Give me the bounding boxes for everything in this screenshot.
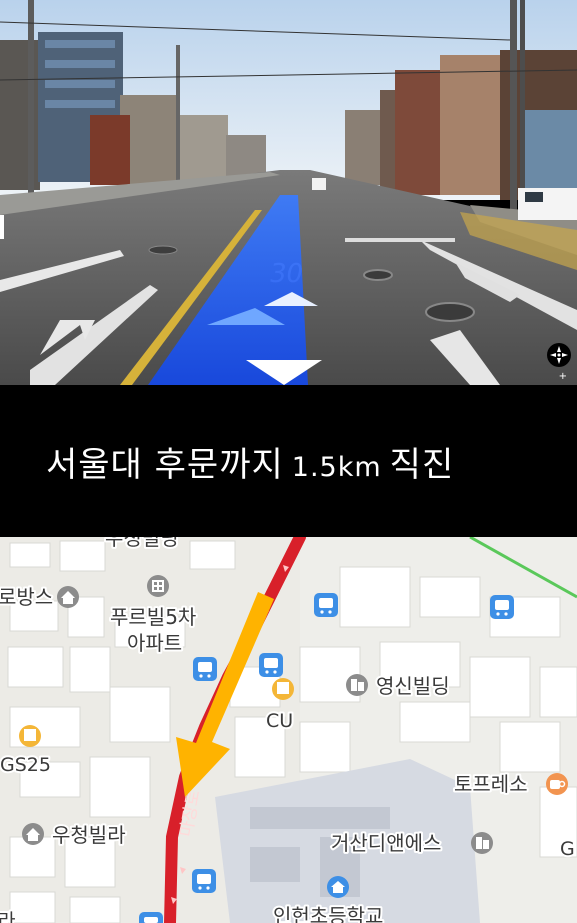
bus-stop-icon[interactable]	[193, 657, 217, 681]
bus-stop-icon[interactable]	[259, 653, 283, 677]
map-label-apartment-line2[interactable]: 아파트	[125, 629, 184, 657]
house-icon[interactable]	[57, 586, 79, 608]
bus-stop-icon[interactable]	[139, 912, 163, 923]
map-label-edge-g[interactable]: G	[558, 836, 577, 862]
map-label-apartment-line1[interactable]: 푸르빌5차	[108, 603, 198, 631]
instruction-action: 직진	[389, 444, 455, 485]
building-icon[interactable]	[346, 674, 368, 696]
house-icon[interactable]	[22, 823, 44, 845]
map-label-topresso[interactable]: 토프레소	[452, 770, 530, 798]
instruction-distance: 1.5km	[291, 451, 382, 483]
convenience-store-icon[interactable]	[272, 678, 294, 700]
map-label-woocheong-villa[interactable]: 우청빌라	[50, 821, 128, 849]
map-label-gs25[interactable]: GS25	[0, 752, 53, 778]
map-label-cu[interactable]: CU	[264, 708, 295, 734]
map-label-provence[interactable]: 로방스	[0, 583, 55, 611]
convenience-store-icon[interactable]	[19, 725, 41, 747]
map-canvas[interactable]: 마장로 우정빌딩 로방스 푸르빌5차 아파트 영신빌딩 CU GS25 토프레소…	[0, 537, 577, 923]
map-label-edge-ra[interactable]: 라	[0, 908, 17, 923]
instruction-text: 서울대 후문까지 1.5km 직진	[46, 437, 454, 486]
building-icon[interactable]	[147, 575, 169, 597]
navigation-instruction-banner: 서울대 후문까지 1.5km 직진	[0, 385, 577, 537]
street-view-panel[interactable]: 30 +	[0, 0, 577, 385]
compass-icon[interactable]	[547, 343, 571, 367]
building-icon[interactable]	[471, 832, 493, 854]
bus-stop-icon[interactable]	[490, 595, 514, 619]
map-label-top[interactable]: 우정빌딩	[103, 537, 181, 552]
street-view-image: 30	[0, 0, 577, 385]
map-panel[interactable]: 마장로 우정빌딩 로방스 푸르빌5차 아파트 영신빌딩 CU GS25 토프레소…	[0, 537, 577, 923]
school-icon[interactable]	[327, 876, 349, 898]
bus-stop-icon[interactable]	[192, 869, 216, 893]
cafe-icon[interactable]	[546, 773, 568, 795]
map-label-school[interactable]: 인헌초등학교	[271, 902, 385, 923]
zoom-plus-button[interactable]: +	[559, 371, 567, 382]
map-label-geosan[interactable]: 거산디앤에스	[329, 829, 443, 857]
instruction-destination: 서울대 후문까지	[46, 444, 284, 485]
map-label-yeongsin-building[interactable]: 영신빌딩	[374, 672, 452, 700]
bus-stop-icon[interactable]	[314, 593, 338, 617]
